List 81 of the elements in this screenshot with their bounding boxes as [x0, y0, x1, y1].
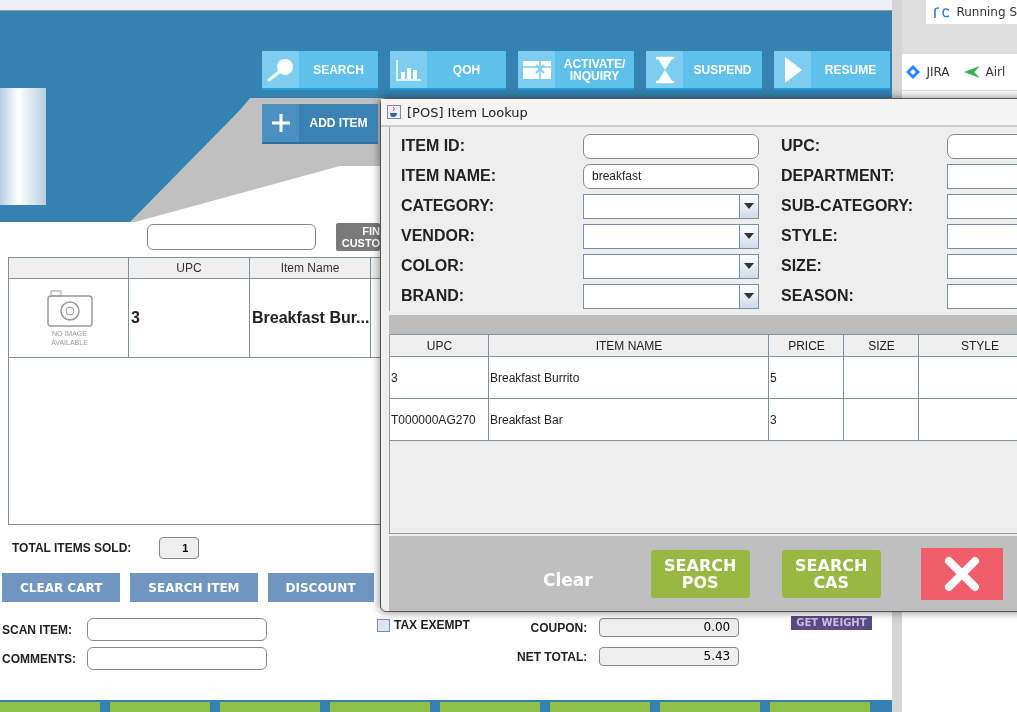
dialog-title: [POS] Item Lookup	[407, 104, 528, 120]
rc-logo-icon	[934, 6, 951, 18]
caret-icon	[744, 263, 754, 269]
cart-action-button[interactable]: SEARCH ITEM	[130, 573, 258, 602]
customer-search-field[interactable]	[147, 224, 316, 250]
total-value: 5.43	[599, 647, 740, 666]
column-header: Item Name	[250, 258, 371, 278]
toolbar-button[interactable]: SUSPEND	[646, 51, 762, 91]
field-label: BRAND:	[401, 287, 466, 305]
camera-icon	[46, 289, 93, 327]
text-field[interactable]	[947, 253, 1017, 279]
total-value: 0.00	[599, 618, 740, 637]
bar-chart-icon	[394, 57, 423, 82]
table-cell: 3	[769, 399, 844, 440]
text-field[interactable]	[947, 133, 1017, 159]
hourglass-icon	[653, 55, 676, 84]
field-label: SEASON:	[781, 287, 855, 305]
caret-icon	[744, 293, 754, 299]
field-label: COMMENTS:	[2, 651, 77, 666]
text-field[interactable]	[583, 133, 759, 159]
field-label: ITEM ID:	[401, 137, 466, 155]
caret-icon	[744, 203, 754, 209]
text-field[interactable]	[947, 163, 1017, 189]
dropdown[interactable]	[583, 253, 759, 279]
close-button[interactable]	[920, 547, 1003, 600]
find-customer-button[interactable]: FIN CUSTO	[336, 223, 380, 251]
caret-icon	[744, 233, 754, 239]
toolbar-button[interactable]: SEARCH	[262, 51, 378, 91]
toolbar-button[interactable]: ACTIVATE/ INQUIRY	[518, 51, 634, 91]
diamond-icon	[906, 65, 921, 79]
table-cell: T000000AG270	[390, 399, 489, 440]
result-row[interactable]: 3 Breakfast Burrito 5	[390, 356, 1017, 399]
field-label: UPC:	[781, 137, 822, 155]
field-label: SIZE:	[781, 257, 823, 275]
field-label: ITEM NAME:	[401, 167, 498, 185]
text-field[interactable]	[87, 618, 267, 641]
toolbar-button[interactable]: QOH	[390, 51, 506, 91]
java-cup-icon	[387, 105, 401, 119]
checkbox-label: TAX EXEMPT	[394, 618, 470, 632]
close-icon	[943, 555, 980, 592]
column-header: UPC	[129, 258, 250, 278]
gift-card-icon	[521, 58, 552, 81]
field-label: DEPARTMENT:	[781, 167, 896, 185]
field-label: STYLE:	[781, 227, 839, 245]
cart-action-button[interactable]: DISCOUNT	[267, 573, 374, 602]
play-icon	[782, 55, 803, 84]
total-items-label: TOTAL ITEMS SOLD:	[12, 541, 132, 555]
text-field[interactable]	[947, 223, 1017, 249]
search-button[interactable]: SEARCH CAS	[781, 549, 881, 598]
add-item-button[interactable]: ADD ITEM	[262, 104, 378, 144]
table-cell: 3	[129, 279, 250, 357]
text-field[interactable]: breakfast	[583, 163, 759, 189]
bookmark[interactable]: Airl	[963, 65, 1006, 79]
field-label: COLOR:	[401, 257, 466, 275]
result-row[interactable]: T000000AG270 Breakfast Bar 3	[390, 398, 1017, 441]
dropdown[interactable]	[583, 223, 759, 249]
table-cell: Breakfast Bur...	[250, 279, 371, 357]
table-cell: Breakfast Bar	[489, 399, 769, 440]
field-label: SUB-CATEGORY:	[781, 197, 915, 215]
search-button[interactable]: SEARCH POS	[650, 549, 750, 598]
bookmark[interactable]: JIRA	[906, 65, 950, 79]
browser-tab[interactable]: Running S	[926, 0, 1017, 24]
text-field[interactable]	[87, 647, 267, 670]
toolbar-button[interactable]: RESUME	[774, 51, 890, 91]
cart-action-button[interactable]: CLEAR CART	[2, 573, 121, 602]
field-label: VENDOR:	[401, 227, 476, 245]
field-label: CATEGORY:	[401, 197, 496, 215]
clear-button[interactable]: Clear	[543, 569, 593, 590]
get-weight-button[interactable]: GET WEIGHT	[791, 616, 872, 630]
paper-plane-icon	[963, 66, 980, 78]
text-field[interactable]	[947, 283, 1017, 309]
dropdown[interactable]	[583, 283, 759, 309]
plus-icon	[270, 113, 291, 133]
total-label: NET TOTAL:	[517, 649, 588, 664]
field-label: SCAN ITEM:	[2, 622, 73, 637]
search-icon	[265, 56, 296, 83]
checkbox[interactable]	[377, 618, 390, 632]
total-items-value: 1	[159, 537, 200, 559]
total-label: COUPON:	[530, 620, 588, 635]
text-field[interactable]	[947, 193, 1017, 219]
dropdown[interactable]	[583, 193, 759, 219]
